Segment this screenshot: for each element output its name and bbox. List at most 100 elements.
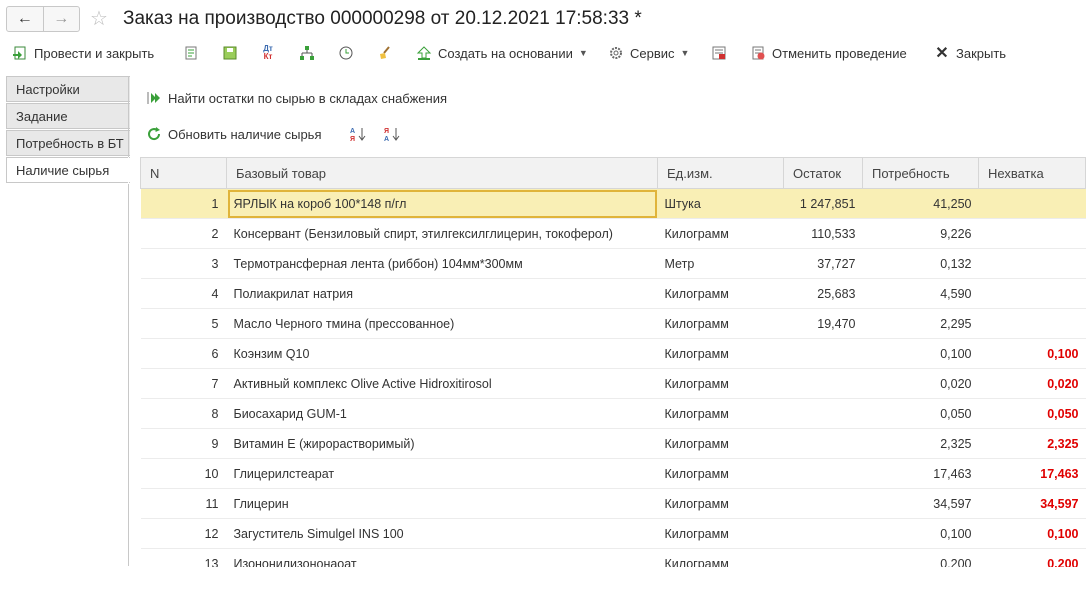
cell-item[interactable]: Изононилизононаоат (226, 548, 658, 567)
cell-n[interactable]: 3 (140, 248, 227, 279)
table-row[interactable]: 6 Коэнзим Q10 Килограмм 0,100 0,100 (140, 338, 1086, 369)
favorite-star-icon[interactable]: ☆ (90, 6, 108, 31)
cell-need[interactable]: 4,590 (862, 278, 979, 309)
sort-descending-icon[interactable]: ЯА (384, 126, 400, 142)
cell-deficit[interactable] (978, 188, 1086, 219)
table-row[interactable]: 10 Глицерилстеарат Килограмм 17,463 17,463 (140, 458, 1086, 489)
cell-n[interactable]: 2 (140, 218, 227, 249)
refresh-availability-button[interactable]: Обновить наличие сырья (146, 126, 322, 142)
tab-bt-demand[interactable]: Потребность в БТ (6, 130, 130, 156)
cell-item[interactable]: Масло Черного тмина (прессованное) (226, 308, 658, 339)
cell-n[interactable]: 12 (140, 518, 227, 549)
history-button[interactable] (338, 42, 360, 64)
forward-button[interactable]: → (42, 7, 80, 31)
cell-need[interactable]: 0,132 (862, 248, 979, 279)
cell-unit[interactable]: Килограмм (657, 338, 784, 369)
cell-stock[interactable] (783, 488, 863, 519)
create-based-on-button[interactable]: Создать на основании ▼ (416, 42, 588, 64)
cell-n[interactable]: 11 (140, 488, 227, 519)
cell-deficit[interactable]: 0,200 (978, 548, 1086, 567)
cell-unit[interactable]: Килограмм (657, 398, 784, 429)
cell-item[interactable]: Активный комплекс Olive Active Hidroxiti… (226, 368, 658, 399)
cell-stock[interactable] (783, 548, 863, 567)
cell-item[interactable]: Загуститель Simulgel INS 100 (226, 518, 658, 549)
cell-unit[interactable]: Килограмм (657, 278, 784, 309)
cell-n[interactable]: 9 (140, 428, 227, 459)
cell-need[interactable]: 0,100 (862, 338, 979, 369)
report-button[interactable] (711, 42, 733, 64)
tab-task[interactable]: Задание (6, 103, 130, 129)
cell-stock[interactable]: 25,683 (783, 278, 863, 309)
sort-ascending-icon[interactable]: АЯ (350, 126, 366, 142)
cell-deficit[interactable] (978, 248, 1086, 279)
cell-unit[interactable]: Килограмм (657, 308, 784, 339)
table-row[interactable]: 2 Консервант (Бензиловый спирт, этилгекси… (140, 218, 1086, 249)
cancel-posting-button[interactable]: Отменить проведение (750, 42, 907, 64)
cell-stock[interactable] (783, 518, 863, 549)
clear-button[interactable] (377, 42, 399, 64)
table-row[interactable]: 7 Активный комплекс Olive Active Hidroxit… (140, 368, 1086, 399)
table-row[interactable]: 5 Масло Черного тмина (прессованное) Килог… (140, 308, 1086, 339)
cell-unit[interactable]: Килограмм (657, 458, 784, 489)
cell-deficit[interactable] (978, 218, 1086, 249)
cell-stock[interactable]: 37,727 (783, 248, 863, 279)
table-row[interactable]: 11 Глицерин Килограмм 34,597 34,597 (140, 488, 1086, 519)
cell-deficit[interactable]: 0,020 (978, 368, 1086, 399)
back-button[interactable]: ← (7, 7, 43, 31)
col-header-item[interactable]: Базовый товар (226, 157, 658, 189)
cell-item[interactable]: Термотрансферная лента (риббон) 104мм*30… (226, 248, 658, 279)
cell-stock[interactable]: 19,470 (783, 308, 863, 339)
cell-deficit[interactable]: 2,325 (978, 428, 1086, 459)
close-button[interactable]: ✕ Закрыть (934, 42, 1006, 64)
cell-stock[interactable] (783, 458, 863, 489)
cell-stock[interactable]: 110,533 (783, 218, 863, 249)
cell-item[interactable]: Консервант (Бензиловый спирт, этилгексил… (226, 218, 658, 249)
table-row[interactable]: 1 ЯРЛЫК на короб 100*148 п/гл Штука 1 247,8… (140, 188, 1086, 219)
cell-stock[interactable] (783, 398, 863, 429)
table-row[interactable]: 13 Изононилизононаоат Килограмм 0,200 0,200 (140, 548, 1086, 567)
cell-unit[interactable]: Метр (657, 248, 784, 279)
cell-item[interactable]: Витамин Е (жирорастворимый) (226, 428, 658, 459)
cell-n[interactable]: 7 (140, 368, 227, 399)
service-menu-button[interactable]: Сервис ▼ (608, 42, 689, 64)
structure-button[interactable] (299, 42, 321, 64)
cell-deficit[interactable]: 17,463 (978, 458, 1086, 489)
cell-need[interactable]: 9,226 (862, 218, 979, 249)
find-stock-button[interactable]: Найти остатки по сырью в складах снабжен… (146, 90, 447, 106)
cell-deficit[interactable]: 0,100 (978, 338, 1086, 369)
cell-stock[interactable]: 1 247,851 (783, 188, 863, 219)
cell-need[interactable]: 2,325 (862, 428, 979, 459)
cell-item[interactable]: Глицерин (226, 488, 658, 519)
cell-need[interactable]: 0,020 (862, 368, 979, 399)
cell-n[interactable]: 10 (140, 458, 227, 489)
col-header-n[interactable]: N (140, 157, 227, 189)
cell-n[interactable]: 1 (140, 188, 227, 219)
cell-item[interactable]: Глицерилстеарат (226, 458, 658, 489)
post-and-close-button[interactable]: Провести и закрыть (12, 42, 154, 64)
cell-unit[interactable]: Килограмм (657, 488, 784, 519)
cell-item[interactable]: Полиакрилат натрия (226, 278, 658, 309)
cell-unit[interactable]: Килограмм (657, 368, 784, 399)
cell-unit[interactable]: Килограмм (657, 548, 784, 567)
cell-item[interactable]: ЯРЛЫК на короб 100*148 п/гл (226, 188, 658, 219)
save-button[interactable] (222, 42, 244, 64)
cell-need[interactable]: 34,597 (862, 488, 979, 519)
table-row[interactable]: 4 Полиакрилат натрия Килограмм 25,683 4,590 (140, 278, 1086, 309)
cell-unit[interactable]: Килограмм (657, 518, 784, 549)
cell-need[interactable]: 0,100 (862, 518, 979, 549)
cell-item[interactable]: Биосахарид GUM-1 (226, 398, 658, 429)
col-header-deficit[interactable]: Нехватка (978, 157, 1086, 189)
cell-unit[interactable]: Штука (657, 188, 784, 219)
cell-deficit[interactable]: 34,597 (978, 488, 1086, 519)
cell-unit[interactable]: Килограмм (657, 428, 784, 459)
post-button[interactable] (183, 42, 205, 64)
cell-deficit[interactable] (978, 278, 1086, 309)
cell-n[interactable]: 13 (140, 548, 227, 567)
cell-stock[interactable] (783, 338, 863, 369)
table-row[interactable]: 12 Загуститель Simulgel INS 100 Килограмм 0… (140, 518, 1086, 549)
cell-need[interactable]: 0,050 (862, 398, 979, 429)
cell-n[interactable]: 4 (140, 278, 227, 309)
table-row[interactable]: 8 Биосахарид GUM-1 Килограмм 0,050 0,050 (140, 398, 1086, 429)
cell-need[interactable]: 41,250 (862, 188, 979, 219)
col-header-need[interactable]: Потребность (862, 157, 979, 189)
